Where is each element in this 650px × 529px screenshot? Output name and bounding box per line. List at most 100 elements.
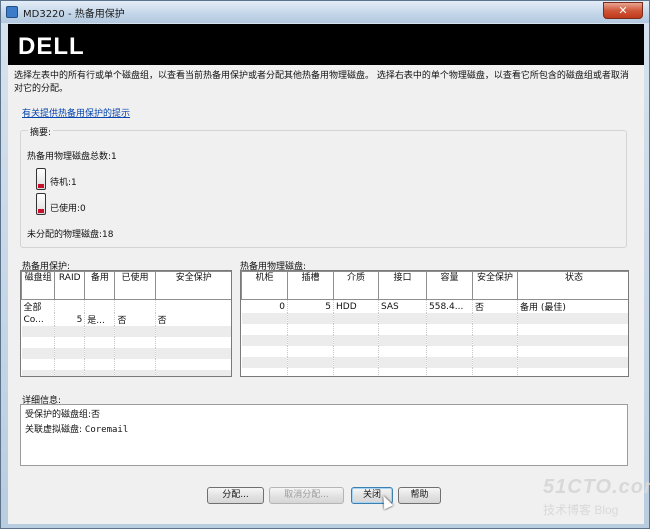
table-cell <box>54 370 86 376</box>
column-header[interactable]: 已使用 <box>114 271 156 300</box>
table-cell <box>241 368 288 376</box>
table-cell <box>54 299 86 313</box>
app-icon <box>6 6 18 18</box>
table-row[interactable] <box>241 313 628 324</box>
table-row[interactable] <box>21 326 231 337</box>
table-cell <box>287 335 334 346</box>
column-header[interactable]: 接口 <box>378 271 427 300</box>
table-cell <box>155 370 231 376</box>
table-cell <box>517 335 628 346</box>
table-row[interactable] <box>241 324 628 335</box>
table-cell <box>114 337 156 348</box>
hot-spare-tips-link[interactable]: 有关提供热备用保护的提示 <box>22 106 130 119</box>
table-cell <box>472 335 518 346</box>
table-cell <box>517 324 628 335</box>
table-cell <box>155 348 231 359</box>
standby-count: 待机:1 <box>50 178 77 188</box>
table-cell <box>114 348 156 359</box>
table-cell <box>114 326 156 337</box>
table-cell <box>241 335 288 346</box>
column-header[interactable]: 容量 <box>426 271 473 300</box>
column-header[interactable]: RAID <box>54 271 86 300</box>
table-cell: 是... <box>84 313 116 326</box>
table-cell <box>84 370 116 376</box>
in-use-count: 已使用:0 <box>50 204 86 214</box>
close-window-button[interactable]: ✕ <box>603 2 643 19</box>
table-row[interactable] <box>241 357 628 368</box>
assign-button[interactable]: 分配... <box>207 487 264 504</box>
table-row[interactable] <box>21 370 231 376</box>
title-bar[interactable]: MD3220 - 热备用保护 ✕ <box>1 1 649 23</box>
table-cell <box>517 368 628 376</box>
table-cell <box>378 324 427 335</box>
table-cell <box>378 313 427 324</box>
table-cell <box>333 346 379 357</box>
column-header[interactable]: 磁盘组 <box>21 271 56 300</box>
table-cell <box>54 348 86 359</box>
table-row[interactable] <box>21 337 231 348</box>
table-cell: 0 <box>241 299 288 313</box>
table-cell <box>287 346 334 357</box>
table-cell <box>114 359 156 370</box>
table-row[interactable] <box>241 335 628 346</box>
details-panel[interactable]: 受保护的磁盘组:否 关联虚拟磁盘: Coremail <box>20 404 628 466</box>
table-row[interactable]: Co... 5 是... 否否 <box>21 313 231 326</box>
column-header[interactable]: 安全保护 <box>154 271 231 300</box>
unassigned-disk-count: 未分配的物理磁盘:18 <box>27 230 114 240</box>
table-cell <box>287 368 334 376</box>
table-row[interactable]: 0 5 HDD SAS 558.4... 否备用 (最佳) <box>241 299 628 313</box>
table-cell <box>84 359 116 370</box>
associated-virtual-disk-value: Coremail <box>84 425 129 435</box>
table-cell <box>333 324 379 335</box>
column-header[interactable]: 安全保护 <box>472 271 518 300</box>
watermark-subtitle: 技术博客 Blog <box>543 503 619 517</box>
protected-disk-group-line: 受保护的磁盘组:否 <box>25 410 101 420</box>
table-cell <box>21 370 56 376</box>
table-cell: 5 <box>54 313 86 326</box>
table-row[interactable]: 全部 <box>21 299 231 313</box>
table-cell <box>472 324 518 335</box>
protection-table-container[interactable]: 磁盘组 RAID 备用 已使用 安全保护 全部 Co... 5 是... 否否 <box>20 270 232 377</box>
table-cell <box>287 357 334 368</box>
table-cell <box>241 324 288 335</box>
protection-table[interactable]: 磁盘组 RAID 备用 已使用 安全保护 全部 Co... 5 是... 否否 <box>21 271 231 376</box>
table-cell <box>333 335 379 346</box>
column-header[interactable]: 介质 <box>333 271 379 300</box>
associated-virtual-disk-label: 关联虚拟磁盘: <box>25 425 83 435</box>
table-cell <box>517 357 628 368</box>
column-header[interactable]: 备用 <box>84 271 116 300</box>
table-cell <box>21 326 56 337</box>
unassign-button[interactable]: 取消分配... <box>269 487 344 504</box>
table-cell <box>155 359 231 370</box>
hot-spare-disk-table[interactable]: 机柜 插槽 介质 接口 容量 安全保护 状态 0 5 HDD SAS 558.4... 否… <box>241 271 628 376</box>
table-cell <box>333 368 379 376</box>
dell-logo: DELL <box>18 33 85 60</box>
table-cell <box>426 346 473 357</box>
column-header[interactable]: 插槽 <box>287 271 334 300</box>
table-cell <box>241 357 288 368</box>
table-cell: 否 <box>155 313 231 326</box>
table-row[interactable] <box>21 359 231 370</box>
table-row[interactable] <box>241 346 628 357</box>
table-cell <box>333 313 379 324</box>
table-cell <box>426 313 473 324</box>
table-cell <box>333 357 379 368</box>
column-header[interactable]: 状态 <box>517 271 628 300</box>
in-use-disk-icon <box>36 193 46 215</box>
table-cell: 全部 <box>21 299 56 313</box>
table-cell: 否 <box>472 299 518 313</box>
column-header[interactable]: 机柜 <box>241 271 288 300</box>
table-row[interactable] <box>241 368 628 376</box>
instructions-text: 选择左表中的所有行或单个磁盘组，以查看当前热备用保护或者分配其他热备用物理磁盘。… <box>14 71 629 94</box>
table-cell <box>472 313 518 324</box>
table-cell <box>114 299 156 313</box>
help-button[interactable]: 帮助 <box>398 487 441 504</box>
table-cell <box>21 348 56 359</box>
table-cell <box>54 359 86 370</box>
hot-spare-disk-table-container[interactable]: 机柜 插槽 介质 接口 容量 安全保护 状态 0 5 HDD SAS 558.4... 否… <box>240 270 629 377</box>
table-cell <box>426 324 473 335</box>
table-cell <box>84 348 116 359</box>
table-cell <box>426 357 473 368</box>
table-cell: 备用 (最佳) <box>517 299 628 313</box>
table-row[interactable] <box>21 348 231 359</box>
